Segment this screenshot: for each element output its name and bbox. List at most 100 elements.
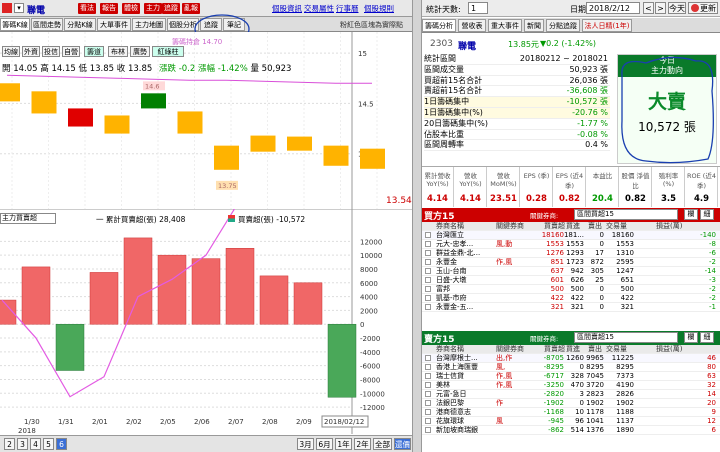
button-chip[interactable]: 籌道 [84,46,104,57]
sell-row[interactable]: 新加坡商瑞銀 -862 514 1376 1890 6 [422,426,720,435]
page-5[interactable]: 5 [43,438,54,450]
buy-col-button[interactable]: 欄 [684,209,698,220]
sell-row-checkbox[interactable] [425,382,431,388]
buy-row-checkbox[interactable] [425,259,431,265]
button-foreign[interactable]: 外資 [22,46,40,57]
sell-row-checkbox[interactable] [425,427,431,433]
toolbar-button-main[interactable]: 主力 [144,3,162,14]
buy-row-checkbox[interactable] [425,304,431,310]
button-bollinger[interactable]: 布林 [108,46,128,57]
buy-row-checkbox[interactable] [425,232,431,238]
refresh-button[interactable]: 更新 [688,2,718,14]
buy-row-checkbox[interactable] [425,277,431,283]
buy-col-header[interactable]: 賣出 [588,222,602,231]
buy-row[interactable]: 富邦 500 500 0 500 -2 [422,285,720,294]
sell-row[interactable]: 瑞士信貸 作,風 -6717 328 7045 7373 63 [422,372,720,381]
buy-row[interactable]: 日盛-大墩 601 626 25 651 -3 [422,276,720,285]
buy-row-checkbox[interactable] [425,241,431,247]
buy-col-header[interactable]: 交易量 [606,222,627,231]
tab-main-map[interactable]: 主力地圖 [132,18,166,31]
sell-col-header[interactable]: 交易量 [606,345,627,354]
sell-row[interactable]: 台灣摩根士... 出,作 -8705 1260 9965 11225 46 [422,354,720,363]
panel-splitter[interactable] [412,0,422,452]
sell-row[interactable]: 美林 作,風 -3250 470 3720 4190 32 [422,381,720,390]
toolbar-button-track[interactable]: 追蹤 [162,3,180,14]
sell-col-header[interactable]: 賣出 [588,345,602,354]
buy-row[interactable]: 玉山-台南 637 942 305 1247 -14 [422,267,720,276]
buy-col-header[interactable]: 買賣超 [544,222,565,231]
sell-detail-button[interactable]: 細 [700,332,714,343]
page-2[interactable]: 2 [4,438,15,450]
sell-row-checkbox[interactable] [425,418,431,424]
next-date-button[interactable]: > [655,2,666,14]
tab-news[interactable]: 新聞 [524,19,544,32]
tab-inst-daily[interactable]: 法人日精(1年) [582,19,632,32]
sell-select[interactable]: 區間賣超15 [574,332,678,343]
buy-row[interactable]: 永豐金-五... 321 321 0 321 -1 [422,303,720,312]
buy-row-checkbox[interactable] [425,250,431,256]
buy-col-header[interactable]: 券商名稱 [436,222,464,231]
stock-select-icon[interactable]: ▾ [14,3,24,13]
buy-col-header[interactable]: 買進 [566,222,580,231]
buy-row[interactable]: 凱基-市府 422 422 0 422 -2 [422,294,720,303]
range-2y[interactable]: 2年 [354,438,371,450]
sell-col-header[interactable]: 買賣超 [544,345,565,354]
buy-col-header[interactable]: 損益(萬) [656,222,682,231]
tab-range-trend[interactable]: 區間走勢 [31,18,63,31]
page-3[interactable]: 3 [17,438,28,450]
button-dealer[interactable]: 自營 [62,46,80,57]
range-6m[interactable]: 6月 [316,438,333,450]
stat-days-select[interactable]: 1 [468,2,488,14]
buy-col-header[interactable]: 關鍵券商 [496,222,524,231]
sell-col-header[interactable]: 買進 [566,345,580,354]
range-all[interactable]: 全部 [373,438,392,450]
link-calendar[interactable]: 行事曆 [336,3,359,14]
page-6[interactable]: 6 [56,438,67,450]
sell-row[interactable]: 花旗環球 風 -945 96 1041 1137 12 [422,417,720,426]
buy-row-checkbox[interactable] [425,268,431,274]
tab-branch-k[interactable]: 分點K線 [64,18,96,31]
sell-row[interactable]: 香港上海匯豐 風, -8295 0 8295 8295 80 [422,363,720,372]
buy-select[interactable]: 區間買超15 [574,209,678,220]
sell-row[interactable]: 元富-急日 -2820 3 2823 2826 14 [422,390,720,399]
toolbar-button-report[interactable]: 報告 [100,3,118,14]
sell-col-button[interactable]: 欄 [684,332,698,343]
tab-big-order[interactable]: 大單事件 [97,18,131,31]
buy-detail-button[interactable]: 細 [700,209,714,220]
prev-date-button[interactable]: < [643,2,654,14]
range-3m[interactable]: 3月 [297,438,314,450]
sell-row[interactable]: 法銀巴黎作 -1902 0 1902 1902 20 [422,399,720,408]
sell-row-checkbox[interactable] [425,409,431,415]
date-input[interactable]: 2018/2/12 [586,2,640,14]
button-ma[interactable]: 均線 [2,46,20,57]
chip-dropdown[interactable]: 主力買賣超 [0,213,56,224]
today-button[interactable]: 今天 [668,2,686,14]
page-4[interactable]: 4 [30,438,41,450]
sell-row-checkbox[interactable] [425,391,431,397]
buy-row-checkbox[interactable] [425,295,431,301]
sell-col-header[interactable]: 關鍵券商 [496,345,524,354]
sell-col-header[interactable]: 損益(萬) [656,345,682,354]
sell-row-checkbox[interactable] [425,364,431,370]
buy-row[interactable]: 永豐金 作,風 851 1723 872 2595 -2 [422,258,720,267]
range-adj[interactable]: 還價 [394,438,411,450]
buy-row-checkbox[interactable] [425,286,431,292]
tab-chip-k[interactable]: 籌碼K線 [0,18,30,31]
toolbar-button-checkup[interactable]: 體檢 [122,3,140,14]
buy-row[interactable]: 台灣匯立 18160 181... 0 18160 -140 [422,231,720,240]
range-1y[interactable]: 1年 [335,438,352,450]
tab-revenue[interactable]: 營收表 [458,19,486,32]
link-trade-attr[interactable]: 交易屬性 [304,3,334,14]
sell-row-checkbox[interactable] [425,373,431,379]
sell-row-checkbox[interactable] [425,355,431,361]
link-stock-info[interactable]: 個股資訊 [272,3,302,14]
button-red-green[interactable]: 紅綠柱 [152,46,184,57]
tab-events[interactable]: 重大事件 [488,19,522,32]
button-trust[interactable]: 投信 [42,46,60,57]
buy-row[interactable]: 元大-忠孝... 風,動 1553 1553 0 1553 -8 [422,240,720,249]
buy-row[interactable]: 群益金鼎-北... 1276 1293 17 1310 -6 [422,249,720,258]
link-stock-rules[interactable]: 個股規則 [364,3,394,14]
tab-chip-analysis[interactable]: 籌碼分析 [422,19,456,32]
sell-row-checkbox[interactable] [425,400,431,406]
tab-branch-track[interactable]: 分點追蹤 [546,19,580,32]
